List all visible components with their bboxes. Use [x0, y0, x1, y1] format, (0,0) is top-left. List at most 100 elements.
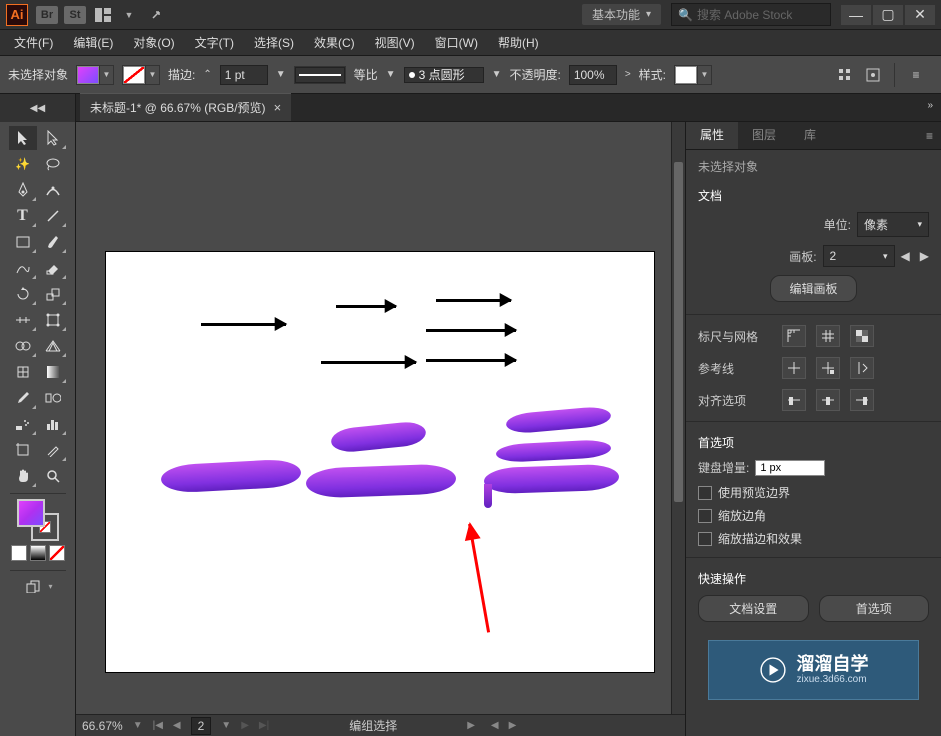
close-tab-icon[interactable]: ×	[274, 100, 282, 115]
shaper-tool[interactable]	[9, 256, 37, 280]
perspective-grid-tool[interactable]	[39, 334, 67, 358]
next-artboard-button[interactable]: ▶	[241, 720, 249, 731]
symbol-sprayer-tool[interactable]	[9, 412, 37, 436]
menu-window[interactable]: 窗口(W)	[425, 30, 488, 55]
menu-select[interactable]: 选择(S)	[244, 30, 304, 55]
brush-dropdown-arrow[interactable]: ▼	[492, 69, 502, 80]
line-segment-tool[interactable]	[39, 204, 67, 228]
rectangle-tool[interactable]	[9, 230, 37, 254]
keyboard-increment-input[interactable]	[755, 460, 825, 476]
zoom-level[interactable]: 66.67%	[82, 719, 123, 733]
pen-tool[interactable]	[9, 178, 37, 202]
mesh-tool[interactable]	[9, 360, 37, 384]
edit-artboard-button[interactable]: 编辑画板	[770, 275, 856, 302]
menu-file[interactable]: 文件(F)	[4, 30, 63, 55]
transform-icon[interactable]	[866, 68, 880, 82]
gradient-tool[interactable]	[39, 360, 67, 384]
artboard-tool[interactable]	[9, 438, 37, 462]
hscroll-left[interactable]: ◀	[491, 720, 499, 731]
slice-tool[interactable]	[39, 438, 67, 462]
magic-wand-tool[interactable]: ✨	[9, 152, 37, 176]
artboard-page-input[interactable]: 2	[191, 717, 212, 735]
arrange-dropdown-icon[interactable]: ▼	[118, 6, 140, 24]
graphic-style-dropdown[interactable]: ▼	[674, 65, 712, 85]
align-icon[interactable]	[838, 68, 852, 82]
first-artboard-button[interactable]: |◀	[153, 720, 163, 731]
shape-builder-tool[interactable]	[9, 334, 37, 358]
scale-corners-checkbox[interactable]	[698, 509, 712, 523]
transparency-grid-icon[interactable]	[850, 325, 874, 347]
tabbar-expand-icon[interactable]: »	[927, 100, 933, 111]
snap-point-icon[interactable]	[816, 389, 840, 411]
hand-tool[interactable]	[9, 464, 37, 488]
fill-swatch[interactable]	[17, 499, 45, 527]
search-stock-input[interactable]: 🔍 搜索 Adobe Stock	[671, 3, 831, 26]
close-window-button[interactable]: ✕	[905, 5, 935, 25]
scrollbar-thumb[interactable]	[674, 162, 683, 502]
tab-libraries[interactable]: 库	[790, 122, 830, 149]
tab-properties[interactable]: 属性	[686, 122, 738, 149]
preview-bounds-checkbox[interactable]	[698, 486, 712, 500]
hscroll-right[interactable]: ▶	[509, 720, 517, 731]
profile-dropdown-arrow[interactable]: ▼	[386, 69, 396, 80]
stroke-decrement-icon[interactable]: ⌃	[203, 69, 211, 80]
workspace-switcher[interactable]: 基本功能	[582, 4, 661, 25]
paintbrush-tool[interactable]	[39, 230, 67, 254]
snap-grid-icon[interactable]	[850, 389, 874, 411]
lasso-tool[interactable]	[39, 152, 67, 176]
fill-stroke-swatch[interactable]	[17, 499, 59, 541]
show-guides-icon[interactable]	[782, 357, 806, 379]
status-menu[interactable]: ▶	[467, 720, 475, 731]
curvature-tool[interactable]	[39, 178, 67, 202]
color-mode-button[interactable]	[11, 545, 27, 561]
options-menu-icon[interactable]: ≡	[909, 68, 923, 82]
stroke-weight-input[interactable]: 1 pt	[220, 65, 268, 85]
last-artboard-button[interactable]: ▶|	[259, 720, 269, 731]
eraser-tool[interactable]	[39, 256, 67, 280]
prev-artboard-button[interactable]: ◀	[173, 720, 181, 731]
canvas-area[interactable]: 66.67% ▼ |◀ ◀ 2 ▼ ▶ ▶| 编组选择 ▶ ◀ ▶	[76, 122, 685, 736]
menu-help[interactable]: 帮助(H)	[488, 30, 549, 55]
column-graph-tool[interactable]	[39, 412, 67, 436]
sync-icon[interactable]	[144, 6, 166, 24]
units-select[interactable]: 像素	[857, 212, 929, 237]
opacity-input[interactable]: 100%	[569, 65, 617, 85]
grid-toggle-icon[interactable]	[816, 325, 840, 347]
prev-artboard[interactable]: ◀	[901, 249, 910, 263]
next-artboard[interactable]: ▶	[920, 249, 929, 263]
scale-strokes-checkbox[interactable]	[698, 532, 712, 546]
artboard-dropdown[interactable]: ▼	[221, 720, 231, 731]
zoom-tool[interactable]	[39, 464, 67, 488]
menu-edit[interactable]: 编辑(E)	[63, 30, 123, 55]
minimize-button[interactable]: —	[841, 5, 871, 25]
free-transform-tool[interactable]	[39, 308, 67, 332]
menu-effect[interactable]: 效果(C)	[304, 30, 365, 55]
bridge-badge[interactable]: Br	[36, 6, 58, 24]
snap-pixel-icon[interactable]	[782, 389, 806, 411]
scale-tool[interactable]	[39, 282, 67, 306]
maximize-button[interactable]: ▢	[873, 5, 903, 25]
lock-guides-icon[interactable]	[816, 357, 840, 379]
draw-mode-button[interactable]	[22, 576, 44, 596]
ruler-toggle-icon[interactable]	[782, 325, 806, 347]
gradient-mode-button[interactable]	[30, 545, 46, 561]
tools-panel-header[interactable]: ◀◀	[0, 94, 76, 122]
preferences-button[interactable]: 首选项	[819, 595, 930, 622]
blend-tool[interactable]	[39, 386, 67, 410]
menu-view[interactable]: 视图(V)	[365, 30, 425, 55]
stroke-weight-dropdown[interactable]: ▼	[276, 69, 286, 80]
menu-type[interactable]: 文字(T)	[185, 30, 244, 55]
brush-preset-dropdown[interactable]: 3 点圆形	[404, 67, 484, 83]
stroke-profile-dropdown[interactable]	[294, 66, 346, 84]
stroke-color-dropdown[interactable]: ▼	[122, 65, 160, 85]
rotate-tool[interactable]	[9, 282, 37, 306]
menu-object[interactable]: 对象(O)	[123, 30, 184, 55]
type-tool[interactable]: T	[9, 204, 37, 228]
width-tool[interactable]	[9, 308, 37, 332]
artboard-select[interactable]: 2	[823, 245, 895, 267]
fill-color-dropdown[interactable]: ▼	[76, 65, 114, 85]
selection-tool[interactable]	[9, 126, 37, 150]
tab-layers[interactable]: 图层	[738, 122, 790, 149]
zoom-dropdown[interactable]: ▼	[133, 720, 143, 731]
arrange-icon[interactable]	[92, 6, 114, 24]
